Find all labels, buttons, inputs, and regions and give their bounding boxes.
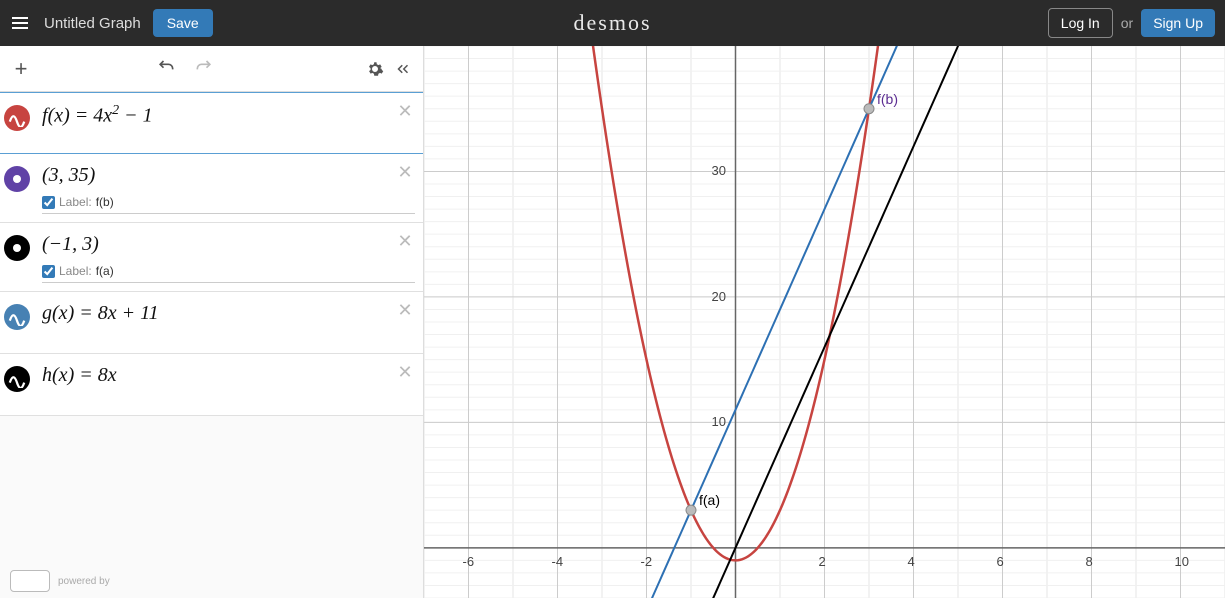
label-value[interactable]: f(a) (96, 264, 415, 278)
label-value[interactable]: f(b) (96, 195, 415, 209)
expression-math[interactable]: h(x) = 8x (42, 364, 415, 387)
expression-math[interactable]: g(x) = 8x + 11 (42, 302, 415, 325)
expression-math[interactable]: (−1, 3) (42, 233, 415, 256)
undo-button[interactable] (156, 56, 176, 81)
graph-title[interactable]: Untitled Graph (44, 15, 141, 32)
graph-svg (424, 46, 1225, 598)
settings-button[interactable] (361, 55, 389, 83)
collapse-sidebar-button[interactable] (389, 55, 417, 83)
expression-sidebar: + f(x) = 4x2 − 1 ✕ (3, 35) Label: f(b) ✕ (0, 46, 424, 598)
add-expression-button[interactable]: + (6, 54, 36, 84)
auth-panel: Log In or Sign Up (1048, 8, 1215, 38)
menu-icon[interactable] (0, 0, 40, 46)
label-checkbox[interactable] (42, 265, 55, 278)
delete-expression-button[interactable]: ✕ (395, 362, 415, 382)
expression-row[interactable]: (−1, 3) Label: f(a) ✕ (0, 223, 423, 292)
delete-expression-button[interactable]: ✕ (395, 101, 415, 121)
footer: powered by (0, 564, 423, 598)
app-header: Untitled Graph Save desmos Log In or Sig… (0, 0, 1225, 46)
label-text: Label: (59, 195, 92, 209)
save-button[interactable]: Save (153, 9, 213, 37)
expression-color-icon[interactable] (0, 292, 34, 353)
expression-row[interactable]: f(x) = 4x2 − 1 ✕ (0, 92, 423, 154)
expression-math[interactable]: f(x) = 4x2 − 1 (42, 103, 415, 128)
delete-expression-button[interactable]: ✕ (395, 231, 415, 251)
login-button[interactable]: Log In (1048, 8, 1113, 38)
label-checkbox[interactable] (42, 196, 55, 209)
label-row: Label: f(b) (42, 195, 415, 214)
label-row: Label: f(a) (42, 264, 415, 283)
expression-color-icon[interactable] (0, 93, 34, 153)
or-text: or (1121, 15, 1133, 31)
signup-button[interactable]: Sign Up (1141, 9, 1215, 37)
expression-row[interactable]: g(x) = 8x + 11 ✕ (0, 292, 423, 354)
expression-row[interactable]: h(x) = 8x ✕ (0, 354, 423, 416)
desmos-logo: desmos (574, 10, 652, 36)
expression-color-icon[interactable] (0, 223, 34, 291)
delete-expression-button[interactable]: ✕ (395, 300, 415, 320)
expression-color-icon[interactable] (0, 354, 34, 415)
delete-expression-button[interactable]: ✕ (395, 162, 415, 182)
expression-list: f(x) = 4x2 − 1 ✕ (3, 35) Label: f(b) ✕ (… (0, 92, 423, 564)
expression-toolbar: + (0, 46, 423, 92)
expression-row[interactable]: (3, 35) Label: f(b) ✕ (0, 154, 423, 223)
label-text: Label: (59, 264, 92, 278)
graph-canvas[interactable]: -6-4-2246810102030f(b)f(a) (424, 46, 1225, 598)
powered-by-text: powered by (58, 576, 110, 587)
redo-button[interactable] (194, 56, 214, 81)
expression-math[interactable]: (3, 35) (42, 164, 415, 187)
keyboard-icon[interactable] (10, 570, 50, 592)
expression-color-icon[interactable] (0, 154, 34, 222)
